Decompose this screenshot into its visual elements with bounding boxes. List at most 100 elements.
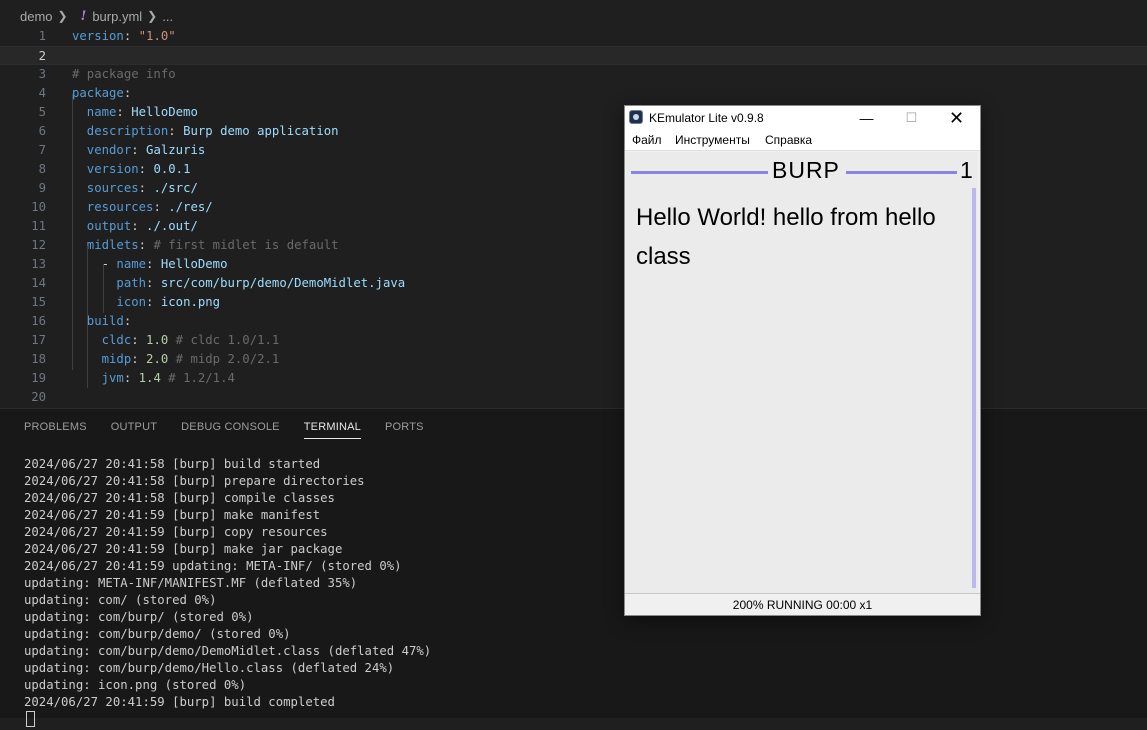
code-token: name	[116, 257, 147, 271]
terminal-line: 2024/06/27 20:41:59 [burp] make manifest	[24, 508, 321, 522]
code-token: 1.0	[146, 333, 169, 347]
tab-debug-console[interactable]: DEBUG CONSOLE	[181, 421, 280, 439]
line-number: 12	[31, 238, 46, 252]
code-token: :	[123, 86, 132, 100]
menu-help[interactable]: Справка	[765, 133, 812, 147]
line-number: 19	[31, 371, 46, 385]
emulator-window[interactable]: KEmulator Lite v0.9.8 — ☐ ✕ Файл Инструм…	[624, 105, 981, 616]
code-token: :	[138, 181, 154, 195]
code-token: ./res/	[168, 200, 213, 214]
code-token: Burp demo application	[183, 124, 339, 138]
code-token: midlets	[72, 238, 139, 252]
code-text: version: "1.0"	[72, 27, 176, 46]
line-number: 7	[38, 143, 46, 157]
terminal-line: updating: META-INF/MANIFEST.MF (deflated…	[24, 576, 358, 590]
kemulator-app-icon	[629, 110, 643, 124]
code-token: # first midlet is default	[153, 238, 339, 252]
terminal-line: updating: com/burp/ (stored 0%)	[24, 610, 254, 624]
code-token: midp	[72, 352, 132, 366]
screen-number: 1	[960, 157, 973, 183]
line-number: 4	[38, 86, 46, 100]
code-token: HelloDemo	[131, 105, 198, 119]
code-token: build	[72, 314, 124, 328]
code-token: :	[153, 200, 169, 214]
line-number: 2	[38, 49, 46, 63]
line-number: 5	[38, 105, 46, 119]
tab-ports[interactable]: PORTS	[385, 421, 424, 439]
code-token: Galzuris	[146, 143, 206, 157]
code-line[interactable]: 3 # package info	[0, 65, 1147, 84]
line-number: 6	[38, 124, 46, 138]
code-token: :	[123, 371, 139, 385]
tab-terminal[interactable]: TERMINAL	[303, 421, 361, 439]
breadcrumb-file[interactable]: burp.yml	[92, 9, 142, 24]
line-number: 13	[31, 257, 46, 271]
line-number: 17	[31, 333, 46, 347]
terminal-prompt[interactable]	[24, 711, 431, 730]
minimize-button[interactable]: —	[844, 106, 889, 130]
breadcrumb-folder[interactable]: demo	[20, 9, 53, 24]
maximize-button[interactable]: ☐	[889, 106, 934, 130]
header-rule-right	[846, 171, 957, 174]
code-line[interactable]: 4 package:	[0, 84, 1147, 103]
screen-title: BURP	[772, 157, 840, 183]
menu-file[interactable]: Файл	[632, 133, 662, 147]
code-token: sources	[72, 181, 139, 195]
breadcrumb-more[interactable]: ...	[162, 9, 173, 24]
code-line[interactable]: 1 version: "1.0"	[0, 27, 1147, 46]
code-token: src/com/burp/demo/DemoMidlet.java	[160, 276, 406, 290]
indent-guide	[87, 322, 88, 388]
tab-output[interactable]: OUTPUT	[111, 421, 157, 439]
code-line[interactable]: 2	[0, 46, 1147, 65]
code-token: jvm	[72, 371, 124, 385]
code-token: :	[131, 333, 147, 347]
code-token: # midp 2.0/2.1	[168, 352, 280, 366]
terminal-line: updating: com/burp/demo/Hello.class (def…	[24, 661, 395, 675]
emulator-status-bar: 200% RUNNING 00:00 x1	[625, 593, 980, 616]
code-text: resources: ./res/	[72, 198, 213, 217]
code-token: 1.4	[138, 371, 161, 385]
line-number: 10	[31, 200, 46, 214]
code-text: description: Burp demo application	[72, 122, 339, 141]
code-token: "1.0"	[138, 29, 176, 43]
device-screen[interactable]: BURP 1 Hello World! hello from hello cla…	[626, 152, 978, 593]
terminal-line: 2024/06/27 20:41:59 [burp] make jar pack…	[24, 542, 343, 556]
code-text: name: HelloDemo	[72, 103, 198, 122]
code-text: path: src/com/burp/demo/DemoMidlet.java	[72, 274, 405, 293]
terminal-line: 2024/06/27 20:41:58 [burp] build started	[24, 457, 321, 471]
code-text: version: 0.0.1	[72, 160, 191, 179]
tab-problems[interactable]: PROBLEMS	[24, 421, 87, 439]
code-text: midlets: # first midlet is default	[72, 236, 339, 255]
terminal-line: 2024/06/27 20:41:58 [burp] prepare direc…	[24, 474, 365, 488]
code-token: version	[72, 29, 124, 43]
header-rule-left	[631, 171, 768, 174]
code-text: icon: icon.png	[72, 293, 220, 312]
code-text: midp: 2.0 # midp 2.0/2.1	[72, 350, 280, 369]
menu-tools[interactable]: Инструменты	[675, 133, 750, 147]
terminal-line: updating: com/burp/demo/DemoMidlet.class…	[24, 644, 432, 658]
indent-guide	[72, 94, 73, 370]
line-number: 3	[38, 67, 46, 81]
terminal-line: 2024/06/27 20:41:59 [burp] build complet…	[24, 695, 335, 709]
code-token: 2.0	[146, 352, 169, 366]
code-text: cldc: 1.0 # cldc 1.0/1.1	[72, 331, 280, 350]
code-token: output	[72, 219, 132, 233]
line-number: 16	[31, 314, 46, 328]
code-token: vendor	[72, 143, 132, 157]
screen-scrollbar[interactable]	[972, 188, 976, 588]
code-text: vendor: Galzuris	[72, 141, 205, 160]
code-token: description	[72, 124, 169, 138]
terminal-output[interactable]: 2024/06/27 20:41:58 [burp] build started…	[24, 456, 431, 730]
code-token: icon	[72, 295, 147, 309]
yaml-file-icon: !	[80, 8, 87, 24]
code-token: ./src/	[153, 181, 198, 195]
terminal-line: 2024/06/27 20:41:59 [burp] copy resource…	[24, 525, 328, 539]
line-number: 15	[31, 295, 46, 309]
code-token: 0.0.1	[153, 162, 191, 176]
chevron-right-icon: ❯	[57, 9, 68, 23]
line-number: 8	[38, 162, 46, 176]
emulator-titlebar[interactable]: KEmulator Lite v0.9.8 — ☐ ✕	[625, 106, 980, 130]
indent-guide	[103, 265, 104, 313]
code-text: sources: ./src/	[72, 179, 198, 198]
close-button[interactable]: ✕	[934, 106, 979, 130]
